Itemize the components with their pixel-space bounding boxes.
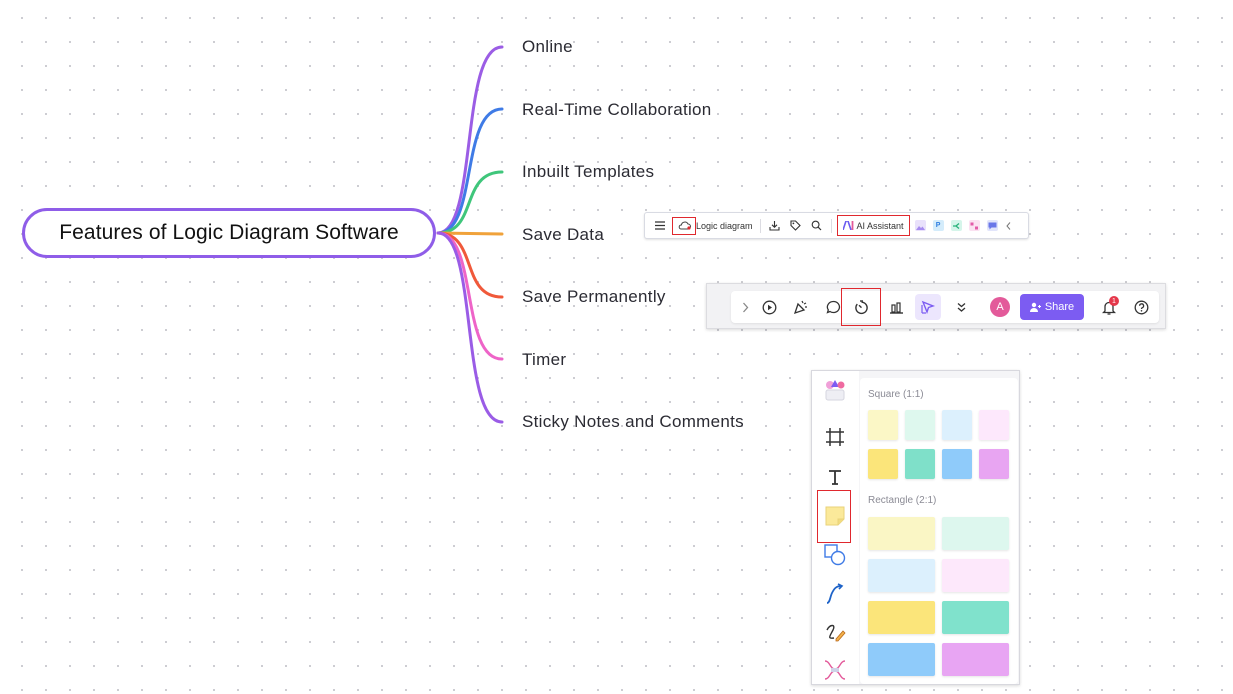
square-sticky-swatch[interactable]	[905, 449, 935, 479]
notification-badge: 1	[1109, 296, 1119, 306]
add-user-icon	[1029, 302, 1041, 312]
square-sticky-swatch[interactable]	[942, 449, 972, 479]
avatar[interactable]: A	[990, 297, 1010, 317]
frame-icon[interactable]	[824, 426, 846, 448]
branch-topic-inbuilt-templates[interactable]: Inbuilt Templates	[522, 162, 654, 182]
help-icon[interactable]	[1133, 299, 1149, 315]
rectangle-sticky-swatch[interactable]	[942, 601, 1009, 634]
square-sticky-swatch[interactable]	[905, 410, 935, 440]
square-section-label: Square (1:1)	[868, 389, 924, 400]
download-icon[interactable]	[768, 219, 782, 233]
celebrate-icon[interactable]	[793, 299, 809, 315]
shape-icon[interactable]	[824, 544, 846, 566]
play-icon[interactable]	[761, 299, 777, 315]
toolbar-divider	[830, 218, 832, 233]
ai-assistant-label: AI Assistant	[856, 220, 904, 231]
rectangle-sticky-swatch[interactable]	[868, 559, 935, 592]
branch-topic-save-permanently[interactable]: Save Permanently	[522, 287, 666, 307]
branch-topic-save-data[interactable]: Save Data	[522, 225, 604, 245]
chevron-right-icon[interactable]	[737, 299, 753, 315]
tool-sidebar	[812, 371, 859, 684]
document-title[interactable]: Logic diagram	[696, 221, 753, 231]
document-toolbar: Logic diagram AI Assistant P	[644, 212, 1029, 239]
chat-app-icon[interactable]	[986, 220, 998, 231]
branch-line	[436, 231, 504, 424]
vote-icon[interactable]	[888, 299, 904, 315]
presentation-icon[interactable]: P	[932, 220, 944, 231]
square-sticky-swatch[interactable]	[942, 410, 972, 440]
sticky-note-panel: Square (1:1) Rectangle (2:1)	[811, 370, 1020, 685]
rectangle-sticky-swatch[interactable]	[868, 643, 935, 676]
rectangle-sticky-swatch[interactable]	[942, 517, 1009, 550]
cloud-save-icon[interactable]	[672, 216, 696, 235]
root-topic-label: Features of Logic Diagram Software	[59, 221, 399, 244]
square-sticky-swatch[interactable]	[979, 410, 1009, 440]
text-icon[interactable]	[824, 466, 846, 488]
share-button[interactable]: Share	[1020, 294, 1084, 320]
mindmap-app-icon[interactable]	[950, 220, 962, 231]
tag-icon[interactable]	[789, 219, 803, 233]
branch-topic-online[interactable]: Online	[522, 37, 573, 57]
sticky-note-options: Square (1:1) Rectangle (2:1)	[860, 378, 1018, 684]
collaboration-toolbar-bar: A Share 1	[731, 288, 1159, 326]
menu-icon[interactable]	[653, 219, 667, 233]
sticky-note-icon[interactable]	[824, 505, 846, 527]
comment-icon[interactable]	[825, 299, 841, 315]
more-tools-icon[interactable]	[824, 659, 846, 681]
more-icon[interactable]	[953, 299, 969, 315]
ai-icon	[842, 221, 853, 230]
rectangle-section-label: Rectangle (2:1)	[868, 495, 937, 506]
pen-icon[interactable]	[824, 622, 846, 644]
branch-line	[436, 45, 504, 235]
rectangle-sticky-swatch[interactable]	[942, 559, 1009, 592]
templates-icon[interactable]	[824, 379, 846, 401]
branch-topic-real-time-collaboration[interactable]: Real-Time Collaboration	[522, 100, 712, 120]
search-icon[interactable]	[810, 219, 824, 233]
square-sticky-swatch[interactable]	[868, 410, 898, 440]
rectangle-sticky-swatch[interactable]	[868, 517, 935, 550]
image-generate-icon[interactable]	[914, 220, 926, 231]
share-label: Share	[1044, 301, 1075, 313]
square-sticky-swatch[interactable]	[979, 449, 1009, 479]
branch-topic-timer[interactable]: Timer	[522, 350, 566, 370]
rectangle-sticky-swatch[interactable]	[868, 601, 935, 634]
toolbar-divider	[759, 218, 761, 233]
rectangle-sticky-swatch[interactable]	[942, 643, 1009, 676]
branch-line	[436, 231, 504, 299]
branch-topic-sticky-notes[interactable]: Sticky Notes and Comments	[522, 412, 744, 432]
root-topic[interactable]: Features of Logic Diagram Software	[22, 208, 436, 258]
flowchart-app-icon[interactable]	[968, 220, 980, 231]
collaboration-toolbar: A Share 1	[706, 283, 1166, 329]
square-sticky-swatch[interactable]	[868, 449, 898, 479]
timer-icon[interactable]	[853, 299, 869, 315]
ai-assistant-button[interactable]: AI Assistant	[836, 215, 910, 236]
notification-bell-icon[interactable]: 1	[1101, 296, 1119, 315]
connector-icon[interactable]	[824, 583, 846, 605]
collapse-chevron-icon[interactable]	[1005, 219, 1013, 233]
branch-line	[436, 170, 504, 235]
cursor-icon[interactable]	[915, 294, 941, 320]
